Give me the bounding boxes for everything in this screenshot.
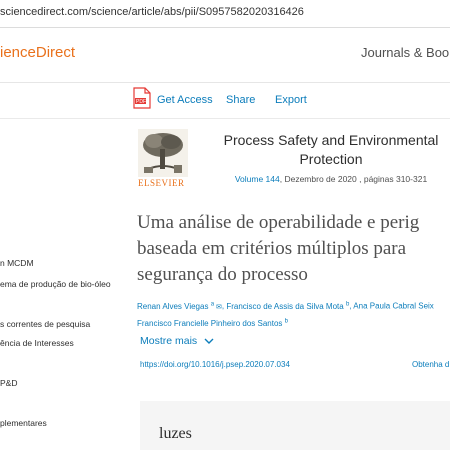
elsevier-tree-logo[interactable] bbox=[138, 129, 188, 177]
journal-title[interactable]: Process Safety and Environmental Protect… bbox=[200, 131, 450, 169]
share-button[interactable]: Share bbox=[226, 94, 255, 106]
volume-link[interactable]: Volume 144 bbox=[235, 174, 280, 184]
toolbar-divider bbox=[0, 118, 450, 119]
volume-info: Volume 144, Dezembro de 2020 , páginas 3… bbox=[206, 174, 450, 184]
outline-item-pd[interactable]: P&D bbox=[0, 378, 17, 388]
author-link[interactable]: Francisco de Assis da Silva Mota b bbox=[226, 301, 349, 311]
journals-books-link[interactable]: Journals & Books bbox=[361, 45, 450, 60]
article-title-line-2: baseada em critérios múltiplos para bbox=[137, 238, 407, 259]
highlights-heading: luzes bbox=[159, 425, 192, 442]
outline-item-supplementary[interactable]: plementares bbox=[0, 418, 47, 428]
outline-item-mcdm[interactable]: n MCDM bbox=[0, 258, 34, 268]
outline-item-bio-oil[interactable]: ema de produção de bio-óleo bbox=[0, 279, 111, 289]
outline-item-conflict-of-interest[interactable]: ência de Interesses bbox=[0, 338, 74, 348]
author-link[interactable]: Renan Alves Viegas a ✉ bbox=[137, 301, 222, 311]
article-title: Uma análise de operabilidade e perig bas… bbox=[137, 210, 450, 288]
header-divider bbox=[0, 82, 450, 83]
article-title-line-1: Uma análise de operabilidade e perig bbox=[137, 212, 420, 233]
outline-item-research-streams[interactable]: s correntes de pesquisa bbox=[0, 319, 90, 329]
doi-link[interactable]: https://doi.org/10.1016/j.psep.2020.07.0… bbox=[140, 360, 290, 369]
article-title-line-3: segurança do processo bbox=[137, 264, 308, 285]
url-text[interactable]: sciencedirect.com/science/article/abs/pi… bbox=[0, 6, 304, 18]
sciencedirect-logo[interactable]: ienceDirect bbox=[0, 44, 75, 61]
svg-text:PDF: PDF bbox=[136, 99, 146, 105]
email-icon[interactable]: ✉ bbox=[214, 304, 222, 311]
get-access-button[interactable]: Get Access bbox=[157, 94, 213, 106]
export-button[interactable]: Export bbox=[275, 94, 307, 106]
author-link[interactable]: Ana Paula Cabral Seix bbox=[353, 302, 434, 311]
browser-address-bar[interactable]: sciencedirect.com/science/article/abs/pi… bbox=[0, 0, 450, 28]
show-more-button[interactable]: Mostre mais bbox=[140, 335, 214, 347]
author-link[interactable]: Francisco Francielle Pinheiro dos Santos… bbox=[137, 319, 288, 329]
author-list: Renan Alves Viegas a ✉, Francisco de Ass… bbox=[137, 301, 434, 329]
elsevier-wordmark: ELSEVIER bbox=[138, 178, 185, 188]
volume-details: , Dezembro de 2020 , páginas 310-321 bbox=[279, 174, 428, 184]
show-more-label: Mostre mais bbox=[140, 335, 198, 347]
pdf-icon[interactable]: PDF bbox=[133, 87, 151, 109]
get-rights-link[interactable]: Obtenha d bbox=[412, 360, 449, 369]
chevron-down-icon bbox=[204, 338, 214, 344]
